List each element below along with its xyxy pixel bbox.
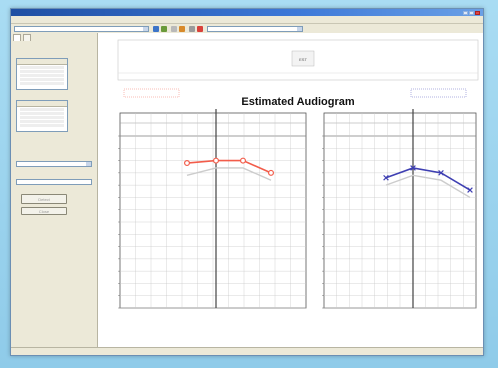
progress-bar (16, 179, 92, 185)
chevron-down-icon (86, 162, 91, 166)
stop-icon[interactable] (197, 26, 203, 32)
sidebar-tabs (11, 33, 97, 42)
table-row (20, 112, 64, 115)
table-row (20, 108, 64, 111)
minimize-button[interactable] (463, 10, 468, 15)
window-controls (463, 10, 480, 15)
screenshot-frame: Detect Close EST Estimated Audiogram (0, 0, 498, 368)
est-label: EST (299, 57, 307, 62)
close-window-button[interactable] (475, 10, 480, 15)
chevron-down-icon (143, 27, 148, 31)
title-bar (11, 9, 483, 16)
tab-patient[interactable] (13, 34, 21, 41)
help-icon[interactable] (189, 26, 195, 32)
close-button[interactable]: Close (21, 207, 67, 215)
table-row (20, 70, 64, 73)
menu-bar (11, 16, 483, 24)
settings-icon[interactable] (179, 26, 185, 32)
detect-button[interactable]: Detect (21, 194, 67, 204)
table-header (17, 101, 67, 107)
stimulus-select[interactable] (16, 161, 92, 167)
main-panel: EST Estimated Audiogram (98, 33, 483, 348)
right-ear-legend (123, 88, 180, 98)
device-select[interactable] (207, 26, 303, 32)
left-ear-legend (410, 88, 467, 98)
table-row (20, 82, 64, 85)
left-ear-audiogram (322, 109, 477, 309)
chevron-down-icon (297, 27, 302, 31)
data-point (183, 160, 190, 167)
table-row (20, 120, 64, 123)
table-row (20, 74, 64, 77)
maximize-button[interactable] (469, 10, 474, 15)
table-row (20, 66, 64, 69)
right-ear-audiogram (118, 109, 307, 309)
data-point (240, 157, 247, 164)
left-ear-results-table[interactable] (16, 100, 68, 132)
table-row (20, 78, 64, 81)
status-bar (11, 347, 483, 355)
table-row (20, 116, 64, 119)
patient-select[interactable] (14, 26, 149, 32)
chart-title: Estimated Audiogram (241, 96, 354, 108)
audiogram-canvas: EST Estimated Audiogram (117, 39, 479, 309)
session-icon[interactable] (153, 26, 159, 32)
table-row (20, 124, 64, 127)
sidebar: Detect Close (11, 33, 98, 348)
table-header (17, 59, 67, 65)
print-icon[interactable] (171, 26, 177, 32)
tab-measure[interactable] (23, 34, 31, 41)
data-point (268, 169, 275, 176)
application-window: Detect Close EST Estimated Audiogram (10, 8, 484, 356)
right-ear-results-table[interactable] (16, 58, 68, 90)
measure-icon[interactable] (161, 26, 167, 32)
data-point (212, 157, 219, 164)
